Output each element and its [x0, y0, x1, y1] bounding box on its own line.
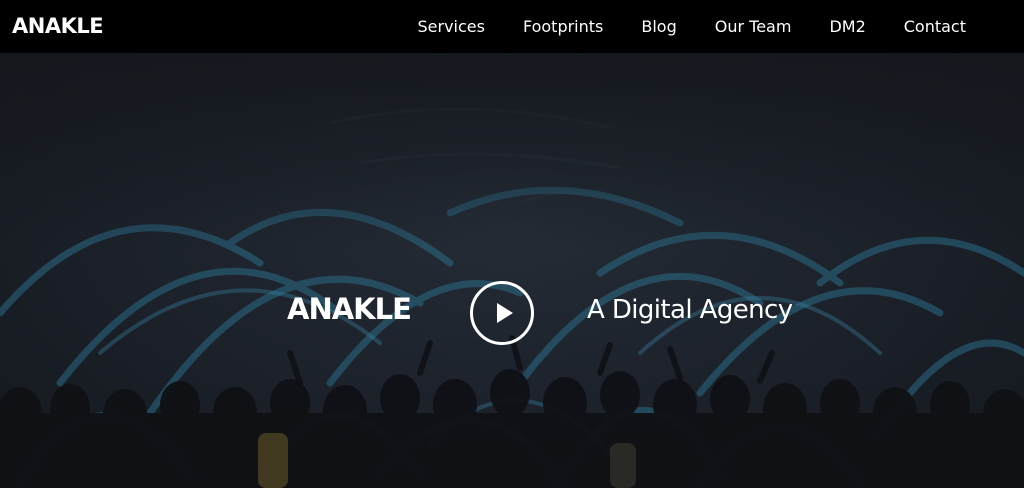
- nav-item-footprints[interactable]: Footprints: [523, 17, 603, 37]
- hero-logo: ANAKLE: [287, 292, 412, 326]
- top-navbar: ANAKLE Services Footprints Blog Our Team…: [0, 0, 1024, 53]
- nav-item-blog[interactable]: Blog: [641, 17, 676, 37]
- nav-item-contact[interactable]: Contact: [904, 17, 966, 37]
- play-icon: [497, 303, 513, 323]
- hero-content: ANAKLE A Digital Agency: [0, 53, 1024, 488]
- main-nav: Services Footprints Blog Our Team DM2 Co…: [417, 0, 966, 53]
- nav-item-services[interactable]: Services: [417, 17, 484, 37]
- nav-item-dm2[interactable]: DM2: [829, 17, 865, 37]
- hero-tagline: A Digital Agency: [587, 295, 793, 325]
- hero-section: ANAKLE A Digital Agency: [0, 53, 1024, 488]
- play-video-button[interactable]: [470, 281, 534, 345]
- nav-item-our-team[interactable]: Our Team: [715, 17, 792, 37]
- brand-logo[interactable]: ANAKLE: [12, 12, 104, 40]
